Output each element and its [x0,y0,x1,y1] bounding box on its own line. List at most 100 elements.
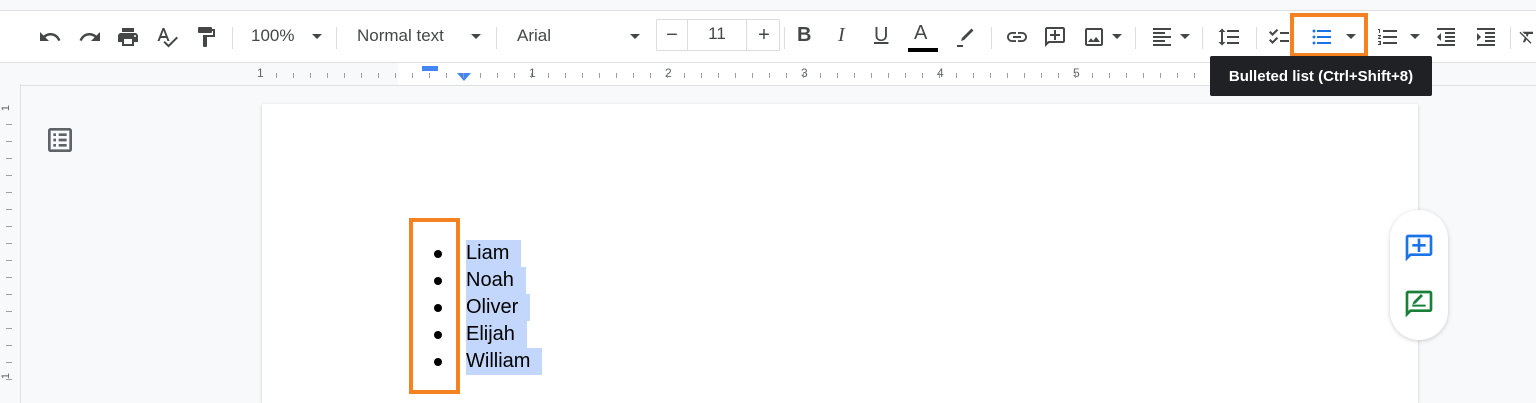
ruler-tick [6,158,12,159]
list-item-text[interactable]: Noah [466,267,526,294]
ruler-tick [956,73,957,78]
ruler-tick [6,226,12,227]
decrease-font-size-button[interactable]: − [657,20,687,50]
chevron-down-icon[interactable] [471,34,481,39]
add-comment-icon[interactable] [1403,232,1435,264]
ruler-tick [990,73,991,78]
ruler-tick [6,260,12,261]
ruler-number: 3 [801,66,808,80]
ruler-tick [6,175,12,176]
decrease-indent-icon[interactable] [1432,23,1460,51]
font-size-input[interactable]: 11 [687,19,747,51]
clear-formatting-icon[interactable] [1518,23,1536,51]
ruler-tick [786,73,787,78]
ruler-number: 4 [937,66,944,80]
bold-button[interactable]: B [797,24,811,47]
separator [336,27,337,49]
chevron-down-icon[interactable] [1410,34,1420,39]
ruler-tick [735,73,736,78]
redo-icon[interactable] [76,23,104,51]
floating-actions [1390,210,1448,340]
ruler-tick [718,73,719,78]
separator [496,27,497,49]
ruler-tick [6,345,12,346]
chevron-down-icon[interactable] [312,34,322,39]
ruler-tick [276,73,277,78]
checklist-icon[interactable] [1265,23,1293,51]
undo-icon[interactable] [36,23,64,51]
ruler-tick [888,73,889,78]
chevron-down-icon[interactable] [630,34,640,39]
ruler-tick [361,73,362,78]
separator [991,27,992,49]
font-size-stepper: − 11 + [656,19,780,51]
ruler-tick [6,277,12,278]
spellcheck-icon[interactable] [153,23,181,51]
zoom-select[interactable]: 100% [251,26,294,46]
text-color-button[interactable]: A [914,22,927,45]
ruler-tick [310,73,311,78]
ruler-tick [599,73,600,78]
ruler-number: 2 [665,66,672,80]
ruler-tick [1126,73,1127,78]
line-spacing-icon[interactable] [1215,23,1243,51]
ruler-number: 5 [1073,66,1080,80]
ruler-tick [1092,73,1093,78]
font-select[interactable]: Arial [517,26,551,46]
link-icon[interactable] [1003,23,1031,51]
document-outline-icon[interactable] [44,124,76,156]
ruler-tick [6,141,12,142]
left-indent-marker[interactable] [457,73,471,81]
ruler-tick [837,73,838,78]
ruler-tick [327,73,328,78]
list-item-text[interactable]: Liam [466,240,522,267]
first-line-indent-marker[interactable] [422,66,438,71]
ruler-number: 1 [0,104,13,112]
ruler-tick [6,124,12,125]
align-left-icon[interactable] [1148,23,1176,51]
ruler-tick [480,73,481,78]
print-icon[interactable] [114,23,142,51]
underline-button[interactable]: U [874,24,888,47]
ruler-tick [1024,73,1025,78]
italic-button[interactable]: I [838,24,845,47]
ruler-tick [6,243,12,244]
separator [232,27,233,49]
insert-image-icon[interactable] [1080,23,1108,51]
add-comment-icon[interactable] [1041,23,1069,51]
chevron-down-icon[interactable] [1180,34,1190,39]
increase-font-size-button[interactable]: + [749,20,779,50]
vertical-ruler[interactable]: 1 1 [0,84,21,403]
ruler-tick [1041,73,1042,78]
ruler-tick [1007,73,1008,78]
paragraph-style-select[interactable]: Normal text [357,26,444,46]
ruler-tick [6,379,12,380]
ruler-tick [6,192,12,193]
ruler-tick [939,73,940,78]
list-item-text[interactable]: Oliver [466,294,531,321]
ruler-tick [6,209,12,210]
ruler-number: 1 [257,66,264,80]
separator [1256,27,1257,49]
suggest-edit-icon[interactable] [1403,288,1435,320]
ruler-tick [6,311,12,312]
ruler-tick [446,73,447,78]
ruler-tick [616,73,617,78]
ruler-tick [667,73,668,78]
list-item-text[interactable]: Elijah [466,321,527,348]
ruler-tick [497,73,498,78]
separator [1510,27,1511,49]
numbered-list-icon[interactable] [1374,23,1402,51]
bulleted-list-tooltip: Bulleted list (Ctrl+Shift+8) [1210,56,1432,96]
ruler-tick [803,73,804,78]
ruler-tick [412,73,413,78]
ruler-tick [1075,73,1076,78]
chevron-down-icon[interactable] [1112,34,1122,39]
paint-format-icon[interactable] [192,23,220,51]
increase-indent-icon[interactable] [1472,23,1500,51]
list-item-text[interactable]: William [466,348,543,375]
ruler-tick [1058,73,1059,78]
highlighter-icon[interactable] [951,23,979,51]
ruler-tick [701,73,702,78]
ruler-tick [463,73,464,78]
